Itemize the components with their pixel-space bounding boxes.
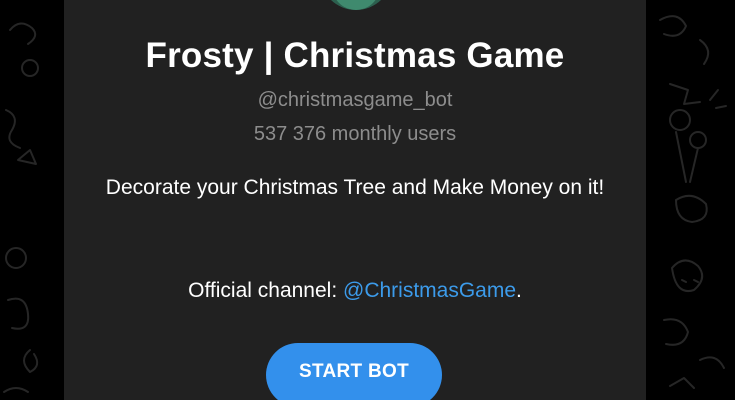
bot-avatar-image bbox=[320, 0, 392, 10]
channel-suffix: . bbox=[516, 279, 522, 302]
channel-link[interactable]: @ChristmasGame bbox=[343, 279, 516, 302]
bot-name-title: Frosty | Christmas Game bbox=[145, 36, 565, 75]
official-channel-line: Official channel: @ChristmasGame. bbox=[64, 276, 646, 306]
start-bot-button[interactable]: START BOT bbox=[266, 343, 442, 400]
bot-profile-card: Frosty | Christmas Game @christmasgame_b… bbox=[64, 0, 646, 400]
bot-username: @christmasgame_bot bbox=[257, 89, 453, 111]
bot-description: Decorate your Christmas Tree and Make Mo… bbox=[105, 176, 605, 199]
bot-avatar bbox=[320, 0, 392, 10]
channel-label: Official channel: bbox=[188, 279, 343, 302]
monthly-users-count: 537 376 monthly users bbox=[253, 123, 457, 145]
